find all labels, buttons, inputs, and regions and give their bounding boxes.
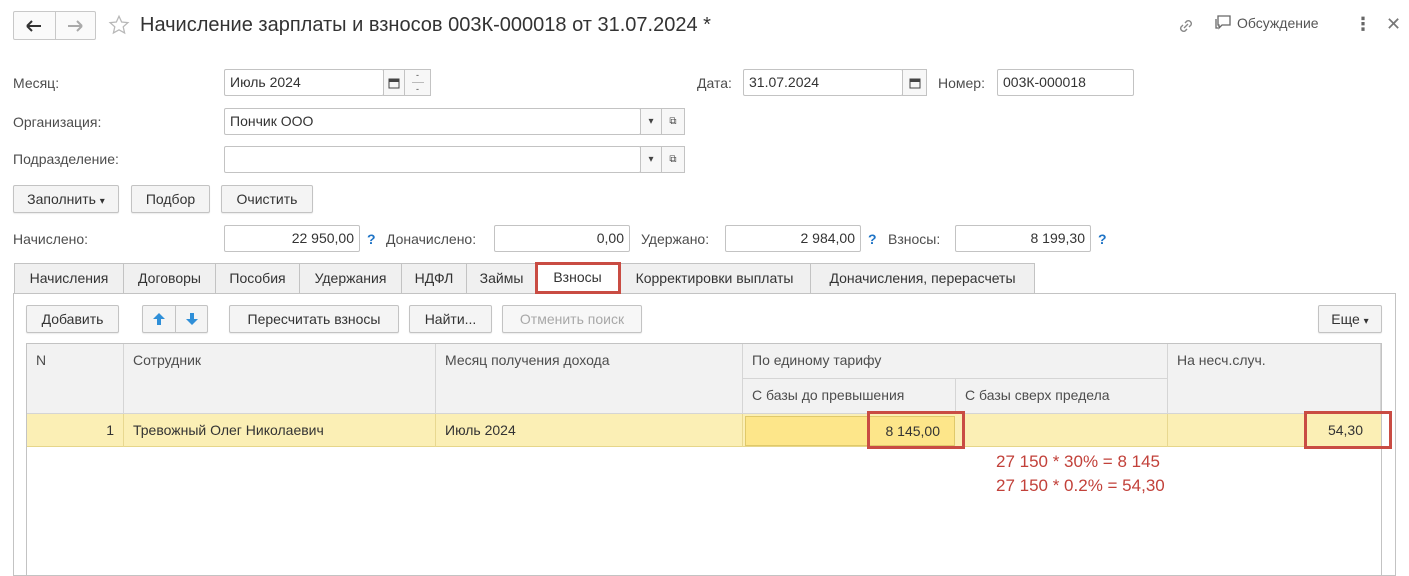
month-stepper[interactable]: -- — [404, 69, 431, 96]
move-buttons — [142, 305, 208, 333]
stepper-up-icon[interactable]: - — [416, 71, 419, 80]
recalculate-button[interactable]: Пересчитать взносы — [229, 305, 399, 333]
highlight-base-below — [867, 411, 965, 449]
column-header-base-above[interactable]: С базы сверх предела — [956, 379, 1168, 414]
more-button[interactable]: Еще ▾ — [1318, 305, 1382, 333]
additional-label: Доначислено: — [386, 231, 477, 247]
number-label: Номер: — [938, 75, 985, 91]
tab-loans[interactable]: Займы — [466, 263, 537, 293]
month-label: Месяц: — [13, 75, 60, 91]
cell-employee[interactable]: Тревожный Олег Николаевич — [124, 414, 436, 447]
additional-field[interactable]: 0,00 — [494, 225, 630, 252]
column-header-accident[interactable]: На несч.случ. — [1168, 344, 1381, 414]
department-label: Подразделение: — [13, 151, 119, 167]
cell-income-month[interactable]: Июль 2024 — [436, 414, 743, 447]
dropdown-arrow-icon: ▾ — [648, 154, 654, 165]
tab-benefits[interactable]: Пособия — [215, 263, 300, 293]
history-nav — [13, 11, 96, 40]
organization-input[interactable]: Пончик ООО — [224, 108, 641, 135]
department-input[interactable] — [224, 146, 641, 173]
fill-button[interactable]: Заполнить ▾ — [13, 185, 119, 213]
contributions-field[interactable]: 8 199,30 — [955, 225, 1091, 252]
discussion-label: Обсуждение — [1237, 15, 1319, 31]
help-withheld-icon[interactable]: ? — [868, 230, 877, 248]
highlight-tab-contributions — [535, 262, 621, 294]
more-vertical-icon[interactable]: ⋮ — [1354, 14, 1372, 35]
chat-icon — [1215, 15, 1231, 30]
dropdown-arrow-icon: ▾ — [648, 116, 654, 127]
contributions-label: Взносы: — [888, 231, 941, 247]
tab-accruals[interactable]: Начисления — [14, 263, 124, 293]
discussion-button[interactable]: Обсуждение — [1213, 14, 1319, 32]
column-header-employee[interactable]: Сотрудник — [124, 344, 436, 414]
column-header-base-below[interactable]: С базы до превышения — [743, 379, 956, 414]
cancel-search-button[interactable]: Отменить поиск — [502, 305, 642, 333]
select-button[interactable]: Подбор — [131, 185, 210, 213]
accrued-field[interactable]: 22 950,00 — [224, 225, 360, 252]
page-title: Начисление зарплаты и взносов 003К-00001… — [140, 14, 711, 36]
open-icon: ⧉ — [669, 154, 677, 165]
close-icon[interactable]: ✕ — [1386, 14, 1401, 35]
tab-contracts[interactable]: Договоры — [123, 263, 216, 293]
date-input[interactable]: 31.07.2024 — [743, 69, 903, 96]
organization-open-button[interactable]: ⧉ — [661, 108, 685, 135]
calendar-icon — [388, 78, 400, 88]
dropdown-arrow-icon: ▾ — [1363, 316, 1369, 327]
organization-dropdown[interactable]: ▾ — [640, 108, 662, 135]
annotation-line-2: 27 150 * 0.2% = 54,30 — [996, 476, 1165, 495]
help-accrued-icon[interactable]: ? — [367, 230, 376, 248]
column-header-income-month[interactable]: Месяц получения дохода — [436, 344, 743, 414]
open-icon: ⧉ — [669, 116, 677, 127]
favorite-star-icon[interactable] — [108, 14, 130, 36]
cell-base-above[interactable] — [956, 414, 1168, 447]
organization-label: Организация: — [13, 114, 102, 130]
withheld-label: Удержано: — [641, 231, 710, 247]
arrow-down-icon — [186, 313, 198, 325]
calendar-button[interactable] — [383, 69, 405, 96]
link-icon[interactable] — [1176, 16, 1196, 36]
column-header-unified-tariff[interactable]: По единому тарифу — [743, 344, 1168, 379]
more-label: Еще — [1331, 311, 1360, 327]
add-button[interactable]: Добавить — [26, 305, 119, 333]
tab-deductions[interactable]: Удержания — [299, 263, 402, 293]
find-button[interactable]: Найти... — [409, 305, 492, 333]
month-input[interactable]: Июль 2024 — [224, 69, 384, 96]
accrued-label: Начислено: — [13, 231, 89, 247]
move-up-button[interactable] — [143, 306, 176, 332]
arrow-left-icon — [26, 19, 42, 32]
move-down-button[interactable] — [176, 306, 208, 332]
tab-recalculations[interactable]: Доначисления, перерасчеты — [810, 263, 1035, 293]
help-contributions-icon[interactable]: ? — [1098, 230, 1107, 248]
cell-n[interactable]: 1 — [27, 414, 124, 447]
department-open-button[interactable]: ⧉ — [661, 146, 685, 173]
column-header-n[interactable]: N — [27, 344, 124, 414]
back-button[interactable] — [14, 12, 55, 39]
withheld-field[interactable]: 2 984,00 — [725, 225, 861, 252]
dropdown-arrow-icon: ▾ — [99, 196, 105, 207]
calendar-icon — [909, 78, 920, 88]
forward-button[interactable] — [54, 12, 96, 39]
date-label: Дата: — [697, 75, 732, 91]
clear-button[interactable]: Очистить — [221, 185, 313, 213]
fill-label: Заполнить — [27, 191, 96, 207]
tab-payment-corrections[interactable]: Корректировки выплаты — [618, 263, 811, 293]
arrow-right-icon — [68, 19, 83, 32]
number-input[interactable]: 003К-000018 — [997, 69, 1134, 96]
tab-ndfl[interactable]: НДФЛ — [401, 263, 467, 293]
department-dropdown[interactable]: ▾ — [640, 146, 662, 173]
highlight-accident — [1304, 411, 1392, 449]
date-calendar-button[interactable] — [902, 69, 927, 96]
annotation-line-1: 27 150 * 30% = 8 145 — [996, 452, 1160, 471]
arrow-up-icon — [153, 313, 165, 325]
stepper-down-icon[interactable]: - — [416, 85, 419, 94]
